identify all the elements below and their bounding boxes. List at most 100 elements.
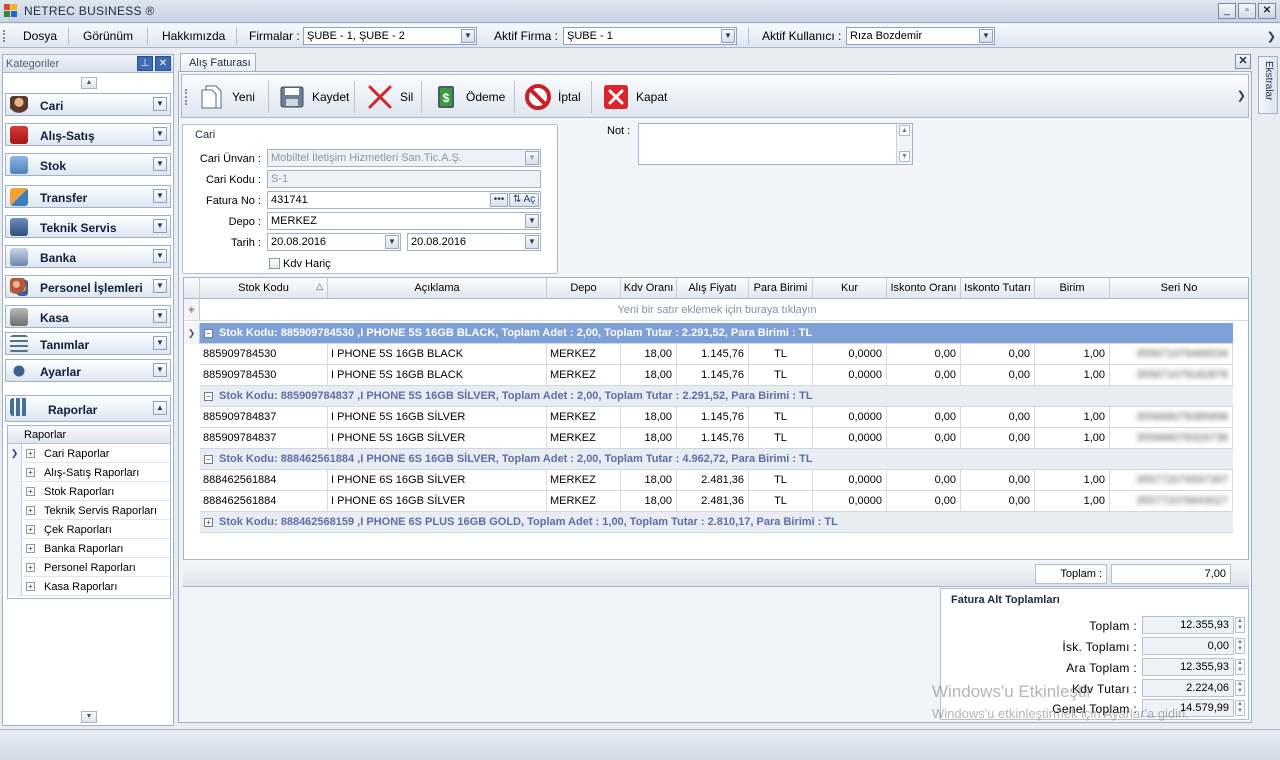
column-kdv-orani[interactable]: Kdv Oranı [621, 278, 677, 299]
close-document-icon[interactable]: ✕ [1235, 54, 1251, 69]
collapse-icon[interactable]: − [204, 329, 213, 338]
expand-icon[interactable]: + [26, 487, 35, 496]
category-teknik-servis[interactable]: Teknik Servis ▼ [5, 215, 171, 238]
not-textarea[interactable]: ▲ ▼ [638, 123, 913, 165]
totals-value[interactable]: 12.355,93 [1142, 658, 1234, 676]
column-seri-no[interactable]: Seri No [1110, 278, 1248, 299]
column-kur[interactable]: Kur [813, 278, 887, 299]
chevron-down-icon[interactable]: ▼ [525, 214, 539, 228]
menu-hakkimizda[interactable]: Hakkımızda [162, 29, 225, 43]
category-tanimlar[interactable]: Tanımlar ▼ [5, 332, 171, 355]
fatura-ac-button[interactable]: ⇅ Aç [509, 193, 539, 207]
tree-item-alis-satis-raporlari[interactable]: + Alış-Satış Raporları [8, 463, 170, 482]
menu-dosya[interactable]: Dosya [23, 29, 57, 43]
chevron-down-icon[interactable]: ▼ [153, 189, 167, 203]
chevron-down-icon[interactable]: ▼ [153, 157, 167, 171]
group-row[interactable]: − Stok Kodu: 885909784837 ,I PHONE 5S 16… [200, 386, 1233, 407]
category-alis-satis[interactable]: Alış-Satış ▼ [5, 123, 171, 146]
kaydet-button[interactable]: Kaydet [278, 81, 349, 113]
category-raporlar[interactable]: Raporlar ▲ [5, 395, 171, 422]
scroll-up-icon[interactable]: ▲ [81, 77, 97, 89]
fatura-no-field[interactable]: 431741 ••• ⇅ Aç [267, 191, 541, 209]
minimize-button[interactable]: _ [1218, 3, 1236, 19]
table-row[interactable]: 885909784530 I PHONE 5S 16GB BLACK MERKE… [200, 365, 1233, 386]
column-para-birimi[interactable]: Para Birimi [749, 278, 813, 299]
chevron-up-icon[interactable]: ▲ [153, 401, 167, 415]
firmalar-select[interactable]: ŞUBE - 1, ŞUBE - 2 ▼ [303, 27, 477, 45]
expand-icon[interactable]: + [26, 449, 35, 458]
category-banka[interactable]: Banka ▼ [5, 245, 171, 268]
pin-icon[interactable]: ⊥ [137, 56, 153, 71]
tarih-date-field-1[interactable]: 20.08.2016 ▼ [267, 233, 401, 251]
column-depo[interactable]: Depo [547, 278, 621, 299]
chevron-down-icon[interactable]: ▼ [385, 235, 399, 249]
column-stok-kodu[interactable]: Stok Kodu △ [200, 278, 328, 299]
expand-icon[interactable]: + [26, 544, 35, 553]
expand-icon[interactable]: + [204, 518, 213, 527]
expand-icon[interactable]: + [26, 582, 35, 591]
totals-value[interactable]: 12.355,93 [1142, 616, 1234, 634]
yeni-button[interactable]: Yeni [198, 81, 255, 113]
collapse-icon[interactable]: − [204, 392, 213, 401]
tree-item-banka-raporlari[interactable]: + Banka Raporları [8, 539, 170, 558]
cari-unvan-field[interactable]: Mobiltel İletişim Hizmetleri San.Tic.A.Ş… [267, 149, 541, 167]
menu-overflow-icon[interactable]: ❯ [1267, 30, 1276, 43]
kdv-haric-checkbox[interactable] [269, 258, 280, 269]
odeme-button[interactable]: $ Ödeme [432, 81, 505, 113]
table-row[interactable]: 888462561884 I PHONE 6S 16GB SİLVER MERK… [200, 470, 1233, 491]
cari-kodu-field[interactable]: S-1 [267, 170, 541, 188]
toolbar-overflow-icon[interactable]: ❯ [1237, 89, 1246, 102]
aktif-firma-select[interactable]: ŞUBE - 1 ▼ [563, 27, 737, 45]
iptal-button[interactable]: İptal [524, 81, 581, 113]
new-row-placeholder[interactable]: Yeni bir satır eklemek için buraya tıkla… [184, 299, 1248, 321]
category-stok[interactable]: Stok ▼ [5, 153, 171, 176]
ellipsis-button[interactable]: ••• [490, 193, 508, 207]
expand-icon[interactable]: + [26, 525, 35, 534]
sil-button[interactable]: Sil [366, 81, 413, 113]
note-scrollbar[interactable]: ▲ ▼ [896, 124, 912, 164]
chevron-down-icon[interactable]: ▼ [525, 235, 539, 249]
column-birim[interactable]: Birim [1035, 278, 1110, 299]
tree-item-stok-raporlari[interactable]: + Stok Raporları [8, 482, 170, 501]
tab-alis-faturasi[interactable]: Alış Faturası [180, 53, 256, 71]
expand-icon[interactable]: + [26, 506, 35, 515]
chevron-down-icon[interactable]: ▼ [153, 336, 167, 350]
group-row[interactable]: − Stok Kodu: 885909784530 ,I PHONE 5S 16… [200, 323, 1233, 344]
group-row[interactable]: + Stok Kodu: 888462568159 ,I PHONE 6S PL… [200, 512, 1233, 533]
column-alis-fiyati[interactable]: Alış Fiyatı [677, 278, 749, 299]
expand-icon[interactable]: + [26, 468, 35, 477]
collapse-icon[interactable]: − [204, 455, 213, 464]
tree-item-cari-raporlar[interactable]: ❯ + Cari Raporlar [8, 444, 170, 463]
chevron-down-icon[interactable]: ▼ [461, 29, 475, 43]
ekstralar-tab[interactable]: Ekstralar [1258, 56, 1278, 114]
scroll-up-icon[interactable]: ▲ [899, 125, 910, 136]
restore-button[interactable]: ▫ [1238, 3, 1256, 19]
tree-item-kasa-raporlari[interactable]: + Kasa Raporları [8, 577, 170, 596]
tree-item-cek-raporlari[interactable]: + Çek Raporları [8, 520, 170, 539]
close-window-button[interactable]: ✕ [1258, 3, 1276, 19]
chevron-down-icon[interactable]: ▼ [153, 249, 167, 263]
scroll-down-icon[interactable]: ▼ [899, 151, 910, 162]
category-kasa[interactable]: Kasa ▼ [5, 305, 171, 328]
tree-item-personel-raporlari[interactable]: + Personel Raporları [8, 558, 170, 577]
chevron-down-icon[interactable]: ▼ [979, 29, 993, 43]
kapat-button[interactable]: Kapat [602, 81, 667, 113]
group-row[interactable]: − Stok Kodu: 888462561884 ,I PHONE 6S 16… [200, 449, 1233, 470]
totals-value[interactable]: 0,00 [1142, 637, 1234, 655]
chevron-down-icon[interactable]: ▼ [153, 127, 167, 141]
column-iskonto-tutari[interactable]: Iskonto Tutarı [961, 278, 1035, 299]
category-ayarlar[interactable]: Ayarlar ▼ [5, 359, 171, 382]
scroll-down-icon[interactable]: ▼ [81, 711, 97, 723]
table-row[interactable]: 888462561884 I PHONE 6S 16GB SİLVER MERK… [200, 491, 1233, 512]
column-iskonto-orani[interactable]: Iskonto Oranı [887, 278, 961, 299]
category-transfer[interactable]: Transfer ▼ [5, 185, 171, 208]
column-aciklama[interactable]: Açıklama [328, 278, 547, 299]
chevron-down-icon[interactable]: ▼ [721, 29, 735, 43]
close-icon[interactable]: ✕ [155, 56, 171, 71]
depo-select[interactable]: MERKEZ ▼ [267, 212, 541, 230]
chevron-down-icon[interactable]: ▼ [153, 363, 167, 377]
chevron-down-icon[interactable]: ▼ [153, 219, 167, 233]
tree-item-teknik-servis-raporlari[interactable]: + Teknik Servis Raporları [8, 501, 170, 520]
category-personel-islemleri[interactable]: Personel İşlemleri ▼ [5, 275, 171, 298]
chevron-down-icon[interactable]: ▼ [153, 309, 167, 323]
